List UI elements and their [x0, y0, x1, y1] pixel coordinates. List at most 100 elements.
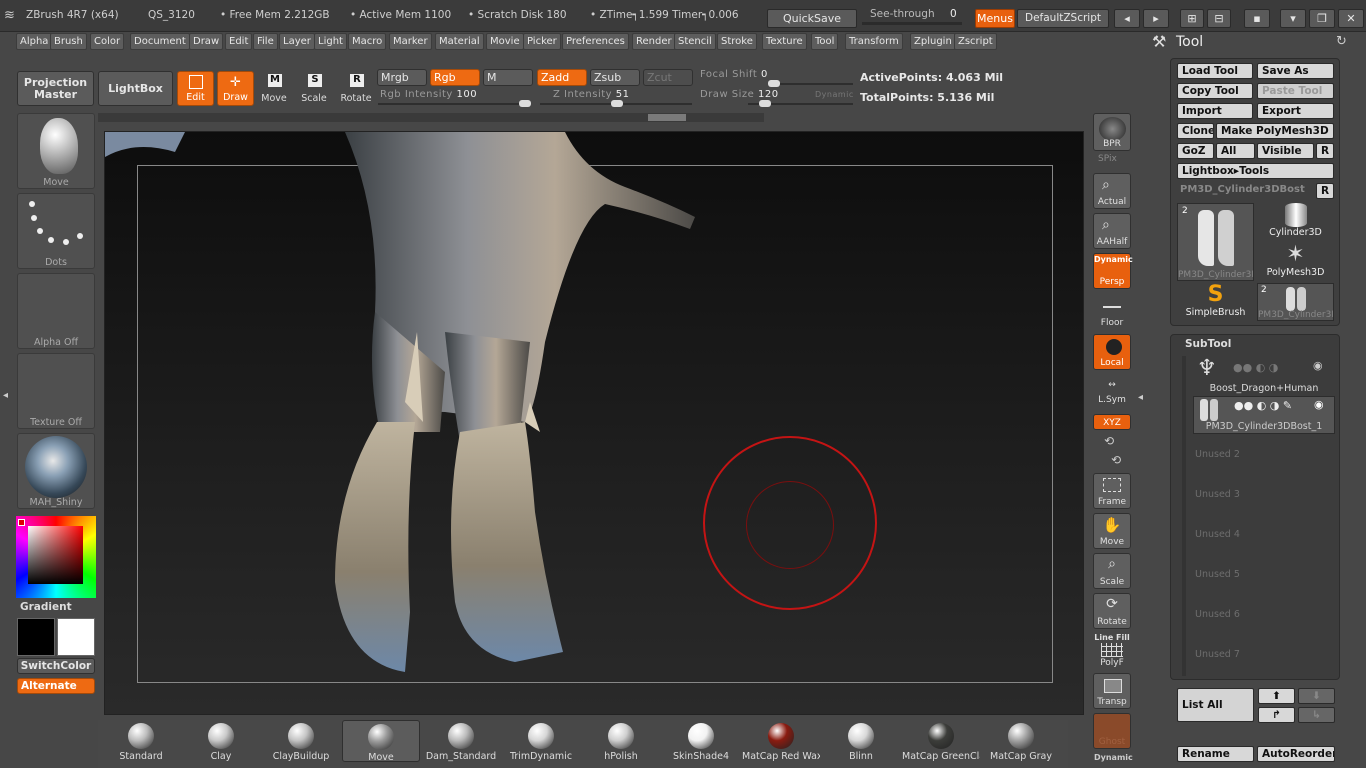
- subtool2-toggles-icon[interactable]: ●● ◐ ◑ ✎: [1234, 399, 1292, 412]
- import-button[interactable]: Import: [1177, 103, 1253, 119]
- menu-zplugin[interactable]: Zplugin: [910, 33, 956, 50]
- close-icon[interactable]: ✕: [1338, 9, 1364, 28]
- rotate-z-icon[interactable]: ⟲: [1111, 453, 1121, 467]
- subtool-item-cylinder[interactable]: ●● ◐ ◑ ✎ ◉ PM3D_Cylinder3DBost_1: [1193, 396, 1335, 434]
- brush-item-matcap-greenclay[interactable]: MatCap GreenClay: [902, 720, 980, 762]
- menu-brush[interactable]: Brush: [50, 33, 87, 50]
- primary-color-swatch[interactable]: [57, 618, 95, 656]
- shelf-scroll-track[interactable]: [98, 113, 764, 122]
- load-tool-button[interactable]: Load Tool: [1177, 63, 1253, 79]
- restore-icon[interactable]: ❐: [1309, 9, 1335, 28]
- clone-button[interactable]: Clone: [1177, 123, 1214, 139]
- edit-button[interactable]: Edit: [177, 71, 214, 106]
- draw-size-slider[interactable]: [748, 100, 853, 107]
- rotate-view-button[interactable]: ⟳ Rotate: [1093, 593, 1131, 629]
- ghost-button[interactable]: Ghost: [1093, 713, 1131, 749]
- rgb-intensity[interactable]: Rgb Intensity 100: [380, 89, 477, 100]
- scale-view-button[interactable]: ⌕ Scale: [1093, 553, 1131, 589]
- goz-r-button[interactable]: R: [1316, 143, 1334, 159]
- gradient-label[interactable]: Gradient: [20, 601, 72, 613]
- rgb-button[interactable]: Rgb: [430, 69, 480, 86]
- secondary-color-swatch[interactable]: [17, 618, 55, 656]
- menu-picker[interactable]: Picker: [523, 33, 561, 50]
- minimize-icon[interactable]: ▾: [1280, 9, 1306, 28]
- polyf-button[interactable]: Line Fill PolyF: [1093, 633, 1131, 669]
- right-tray-toggle-icon[interactable]: ◂: [1138, 392, 1143, 403]
- brush-item-claybuildup[interactable]: ClayBuildup: [262, 720, 340, 762]
- see-through-slider[interactable]: [862, 22, 962, 25]
- menu-zscript[interactable]: Zscript: [954, 33, 997, 50]
- lightbox-tools-button[interactable]: Lightbox▸Tools: [1177, 163, 1334, 179]
- lightbox-button[interactable]: LightBox: [98, 71, 173, 106]
- menu-transform[interactable]: Transform: [845, 33, 903, 50]
- draw-button[interactable]: ✛ Draw: [217, 71, 254, 106]
- goz-all-button[interactable]: All: [1216, 143, 1255, 159]
- brush-item-hpolish[interactable]: hPolish: [582, 720, 660, 762]
- tool-thumb-pm3d-1[interactable]: 2 PM3D_Cylinder3I: [1177, 203, 1254, 281]
- local-button[interactable]: Local: [1093, 334, 1131, 370]
- move-up2-button[interactable]: ↱: [1258, 707, 1295, 723]
- tool-thumb-simplebrush[interactable]: S SimpleBrush: [1177, 283, 1254, 321]
- menu-render[interactable]: Render: [632, 33, 676, 50]
- menu-texture[interactable]: Texture: [762, 33, 807, 50]
- zsub-button[interactable]: Zsub: [590, 69, 640, 86]
- subtool-header[interactable]: SubTool: [1185, 338, 1231, 350]
- tool-thumb-pm3d-2[interactable]: 2 PM3D_Cylinder3I: [1257, 283, 1334, 321]
- goz-visible-button[interactable]: Visible: [1257, 143, 1314, 159]
- quicksave-button[interactable]: QuickSave: [767, 9, 857, 28]
- brush-item-trimdynamic[interactable]: TrimDynamic: [502, 720, 580, 762]
- rotate-button[interactable]: R Rotate: [338, 71, 374, 106]
- color-picker[interactable]: [16, 516, 96, 598]
- rgb-intensity-slider[interactable]: [378, 100, 531, 107]
- export-button[interactable]: Export: [1257, 103, 1334, 119]
- stroke-slot[interactable]: Dots: [17, 193, 95, 269]
- menu-alpha[interactable]: Alpha: [16, 33, 53, 50]
- current-tool-slider[interactable]: PM3D_Cylinder3DBost: [1177, 182, 1314, 198]
- menu-layer[interactable]: Layer: [279, 33, 315, 50]
- menu-macro[interactable]: Macro: [348, 33, 387, 50]
- menu-draw[interactable]: Draw: [189, 33, 224, 50]
- brush-item-dam-standard[interactable]: Dam_Standard: [422, 720, 500, 762]
- draw-size-handle[interactable]: [759, 100, 772, 107]
- switchcolor-button[interactable]: SwitchColor: [17, 658, 95, 674]
- autoreorder-button[interactable]: AutoReorder: [1257, 746, 1335, 762]
- brush-item-standard[interactable]: Standard: [102, 720, 180, 762]
- projection-master-button[interactable]: Projection Master: [17, 71, 94, 106]
- eye2-icon[interactable]: ◉: [1314, 398, 1324, 411]
- menu-color[interactable]: Color: [90, 33, 125, 50]
- paste-tool-button[interactable]: Paste Tool: [1257, 83, 1334, 99]
- menu-document[interactable]: Document: [130, 33, 190, 50]
- goz-button[interactable]: GoZ: [1177, 143, 1214, 159]
- menu-tool[interactable]: Tool: [811, 33, 839, 50]
- subtool-toggles-icon[interactable]: ●● ◐ ◑: [1233, 361, 1278, 374]
- alpha-slot[interactable]: Alpha Off: [17, 273, 95, 349]
- menu-stencil[interactable]: Stencil: [674, 33, 716, 50]
- copy-tool-button[interactable]: Copy Tool: [1177, 83, 1253, 99]
- eye-icon[interactable]: ◉: [1313, 359, 1323, 372]
- draw-size[interactable]: Draw Size 120: [700, 89, 779, 100]
- z-intensity-slider[interactable]: [540, 100, 692, 107]
- menus-button[interactable]: Menus: [975, 9, 1015, 28]
- z-intensity-handle[interactable]: [611, 100, 624, 107]
- subtool-scrollbar[interactable]: [1182, 356, 1186, 676]
- see-through-value[interactable]: 0: [950, 8, 957, 20]
- rgb-intensity-handle[interactable]: [519, 100, 531, 107]
- brush-item-move[interactable]: Move: [342, 720, 420, 763]
- move-down2-button[interactable]: ↳: [1298, 707, 1335, 723]
- left-tray-toggle-icon[interactable]: ◂: [3, 390, 11, 410]
- list-all-button[interactable]: List All: [1177, 688, 1254, 722]
- zcut-button[interactable]: Zcut: [643, 69, 693, 86]
- shelf-scroll-thumb[interactable]: [648, 114, 686, 121]
- menu-movie[interactable]: Movie: [486, 33, 524, 50]
- next-icon[interactable]: ▸: [1143, 9, 1169, 28]
- tool-thumb-polymesh[interactable]: ✶ PolyMesh3D: [1257, 243, 1334, 281]
- layout2-icon[interactable]: ⊟: [1207, 9, 1231, 28]
- m-button[interactable]: M: [483, 69, 533, 86]
- persp-button[interactable]: Dynamic Persp: [1093, 253, 1133, 289]
- lsym-button[interactable]: ↔ L.Sym: [1093, 378, 1131, 406]
- current-tool-r-button[interactable]: R: [1316, 183, 1334, 199]
- brush-item-clay[interactable]: Clay: [182, 720, 260, 762]
- menu-stroke[interactable]: Stroke: [717, 33, 757, 50]
- actual-button[interactable]: ⌕ Actual: [1093, 173, 1131, 209]
- move-button[interactable]: M Move: [258, 71, 290, 106]
